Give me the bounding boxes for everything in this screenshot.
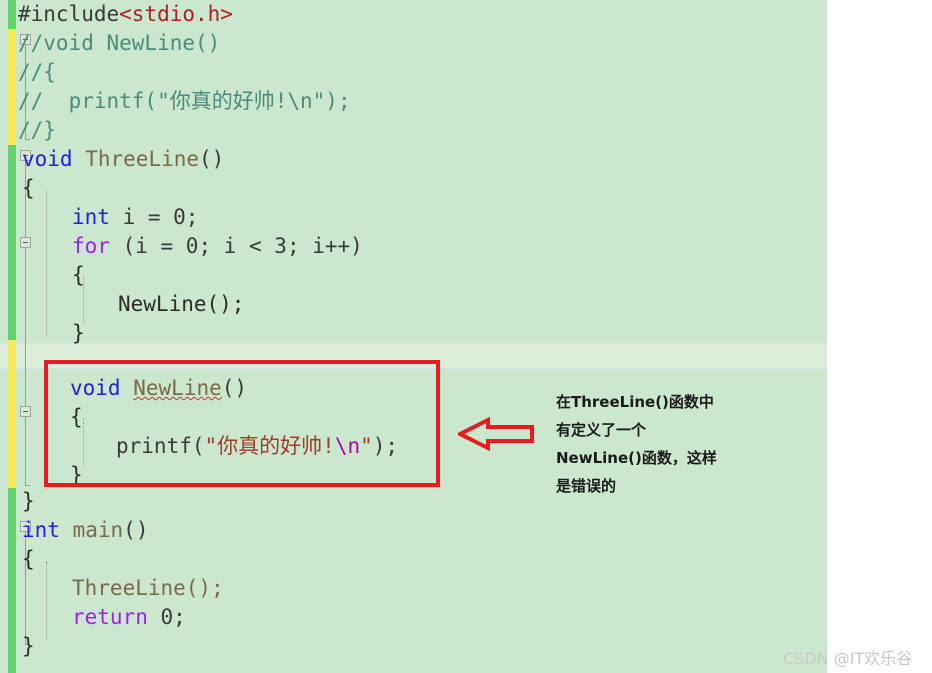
for-clause: (i = 0; i < 3; i++) — [109, 234, 363, 258]
keyword-int: int — [22, 518, 60, 542]
keyword-return: return — [72, 605, 148, 629]
code-line-22: return 0; — [72, 603, 186, 632]
code-line-12: } — [72, 321, 85, 345]
code-line-11: NewLine(); — [118, 292, 245, 316]
string-literal: "你真的好帅! — [204, 434, 335, 458]
escape-sequence: \n — [334, 434, 361, 458]
watermark: CSDN @IT欢乐谷 — [783, 649, 913, 668]
code-line-17: } — [70, 463, 83, 487]
keyword-int: int — [72, 205, 110, 229]
function-call-printf: printf — [116, 434, 192, 458]
annotation-arrow-left-icon — [458, 416, 534, 452]
code-line-21: ThreeLine(); — [72, 576, 224, 600]
keyword-void: void — [70, 376, 121, 400]
comment-printf-tail: ); — [325, 89, 351, 113]
preprocessor-directive: #include — [18, 2, 120, 26]
annotation-note-line-1: 在ThreeLine()函数中 — [556, 393, 714, 411]
comment-printf-head: // printf( — [18, 89, 158, 113]
open-paren: ( — [191, 434, 205, 458]
code-line-1: #include<stdio.h> — [18, 0, 233, 29]
code-line-20: { — [22, 547, 35, 571]
comment-printf-string: "你真的好帅!\n" — [157, 89, 326, 113]
function-name-threeline: ThreeLine — [85, 147, 200, 171]
keyword-for: for — [72, 234, 110, 258]
code-line-14: void NewLine() — [70, 374, 247, 403]
printf-tail: ); — [372, 434, 399, 458]
code-line-9: for (i = 0; i < 3; i++) — [72, 232, 363, 261]
function-name-main: main — [72, 518, 124, 542]
paren-pair: () — [199, 147, 225, 171]
code-line-15: { — [70, 405, 83, 429]
code-line-5: //} — [18, 118, 56, 142]
annotation-note-line-2: 有定义了一个 — [556, 421, 647, 439]
code-line-23: } — [22, 634, 35, 658]
code-line-10: { — [72, 263, 85, 287]
code-line-4: // printf("你真的好帅!\n"); — [18, 87, 351, 116]
code-line-18: } — [22, 489, 35, 513]
code-editor-pane[interactable]: #include<stdio.h> //void NewLine() //{ /… — [0, 0, 827, 673]
code-line-16: printf("你真的好帅!\n"); — [116, 432, 398, 461]
source-code[interactable]: #include<stdio.h> //void NewLine() //{ /… — [0, 0, 827, 673]
paren-pair: () — [221, 376, 248, 400]
code-line-19: int main() — [22, 516, 148, 545]
return-value: 0; — [147, 605, 186, 629]
code-line-6: void ThreeLine() — [22, 145, 224, 174]
annotation-note-line-3: NewLine()函数，这样 — [556, 449, 717, 467]
declaration-i: i = 0; — [109, 205, 199, 229]
string-literal-end: " — [360, 434, 373, 458]
annotation-note-line-4: 是错误的 — [556, 477, 617, 495]
code-line-8: int i = 0; — [72, 203, 198, 232]
keyword-void: void — [22, 147, 73, 171]
include-header: <stdio.h> — [119, 2, 233, 26]
paren-pair: () — [123, 518, 149, 542]
code-line-3: //{ — [18, 60, 56, 84]
function-name-newline-nested: NewLine — [133, 376, 222, 400]
code-line-2: //void NewLine() — [18, 31, 221, 55]
code-line-7: { — [22, 176, 35, 200]
annotation-note: 在ThreeLine()函数中 有定义了一个 NewLine()函数，这样 是错… — [556, 388, 816, 500]
